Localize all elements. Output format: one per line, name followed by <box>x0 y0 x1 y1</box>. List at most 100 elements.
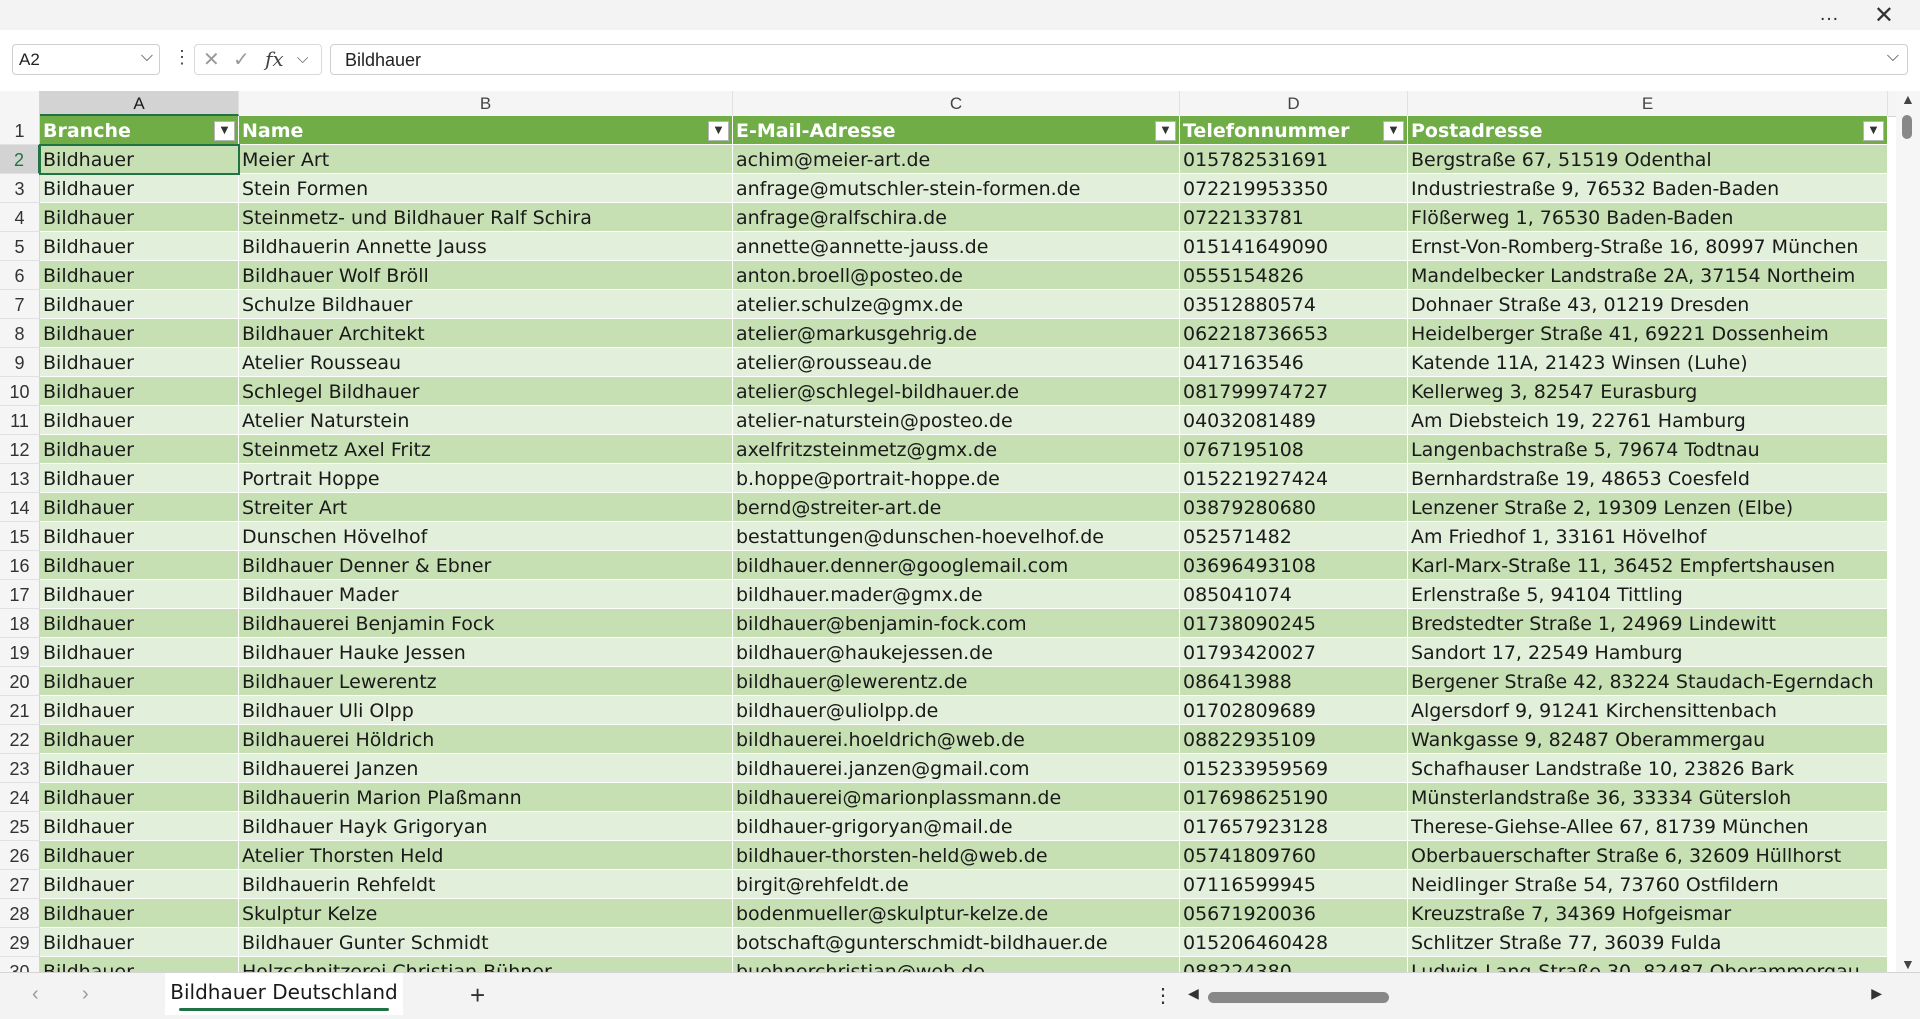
table-cell[interactable]: Langenbachstraße 5, 79674 Todtnau <box>1408 435 1888 464</box>
row-header[interactable]: 15 <box>0 522 40 551</box>
table-cell[interactable]: atelier@rousseau.de <box>733 348 1180 377</box>
table-cell[interactable]: Heidelberger Straße 41, 69221 Dossenheim <box>1408 319 1888 348</box>
table-cell[interactable]: Münsterlandstraße 36, 33334 Gütersloh <box>1408 783 1888 812</box>
table-cell[interactable]: botschaft@gunterschmidt-bildhauer.de <box>733 928 1180 957</box>
table-cell[interactable]: Kreuzstraße 7, 34369 Hofgeismar <box>1408 899 1888 928</box>
table-cell[interactable]: 015782531691 <box>1180 145 1408 174</box>
table-cell[interactable]: Kellerweg 3, 82547 Eurasburg <box>1408 377 1888 406</box>
table-cell[interactable]: 015206460428 <box>1180 928 1408 957</box>
table-cell[interactable]: 08822935109 <box>1180 725 1408 754</box>
table-cell[interactable]: Am Friedhof 1, 33161 Hövelhof <box>1408 522 1888 551</box>
row-header[interactable]: 24 <box>0 783 40 812</box>
filter-dropdown-icon[interactable]: ▼ <box>1155 121 1176 141</box>
horizontal-scroll-thumb[interactable] <box>1208 992 1389 1003</box>
table-cell[interactable]: bildhauer@benjamin-fock.com <box>733 609 1180 638</box>
table-cell[interactable]: bildhauerei@marionplassmann.de <box>733 783 1180 812</box>
table-cell[interactable]: Neidlinger Straße 54, 73760 Ostfildern <box>1408 870 1888 899</box>
table-cell[interactable]: Bildhauer <box>40 580 239 609</box>
table-cell[interactable]: Bildhauer <box>40 551 239 580</box>
table-cell[interactable]: bodenmueller@skulptur-kelze.de <box>733 899 1180 928</box>
table-cell[interactable]: 03512880574 <box>1180 290 1408 319</box>
table-cell[interactable]: Bildhauer <box>40 261 239 290</box>
table-cell[interactable]: axelfritzsteinmetz@gmx.de <box>733 435 1180 464</box>
table-cell[interactable]: Bildhauer <box>40 464 239 493</box>
table-cell[interactable]: Bildhauer <box>40 696 239 725</box>
table-cell[interactable]: Bildhauer <box>40 377 239 406</box>
row-header[interactable]: 9 <box>0 348 40 377</box>
table-cell[interactable]: buehnerchristian@web.de <box>733 957 1180 972</box>
chevron-down-icon[interactable]: ⌵ <box>297 50 308 67</box>
table-cell[interactable]: birgit@rehfeldt.de <box>733 870 1180 899</box>
table-cell[interactable]: Bildhauer <box>40 174 239 203</box>
table-cell[interactable]: 0417163546 <box>1180 348 1408 377</box>
table-cell[interactable]: b.hoppe@portrait-hoppe.de <box>733 464 1180 493</box>
scroll-up-icon[interactable]: ▲ <box>1901 91 1915 107</box>
scroll-left-icon[interactable]: ◀ <box>1188 985 1199 1002</box>
table-cell[interactable]: Skulptur Kelze <box>239 899 733 928</box>
table-cell[interactable]: bildhauer-grigoryan@mail.de <box>733 812 1180 841</box>
row-header[interactable]: 11 <box>0 406 40 435</box>
table-cell[interactable]: bernd@streiter-art.de <box>733 493 1180 522</box>
table-cell[interactable]: Atelier Naturstein <box>239 406 733 435</box>
table-cell[interactable]: Bildhauer <box>40 870 239 899</box>
row-header[interactable]: 19 <box>0 638 40 667</box>
table-cell[interactable]: 017698625190 <box>1180 783 1408 812</box>
table-cell[interactable]: Bergstraße 67, 51519 Odenthal <box>1408 145 1888 174</box>
table-cell[interactable]: Erlenstraße 5, 94104 Tittling <box>1408 580 1888 609</box>
row-header[interactable]: 2 <box>0 145 40 174</box>
vertical-scrollbar[interactable]: ▲ ▼ <box>1896 91 1920 972</box>
table-cell[interactable]: bestattungen@dunschen-hoevelhof.de <box>733 522 1180 551</box>
table-cell[interactable]: Bernhardstraße 19, 48653 Coesfeld <box>1408 464 1888 493</box>
table-cell[interactable]: Bildhauer Mader <box>239 580 733 609</box>
table-cell[interactable]: Bildhauer Architekt <box>239 319 733 348</box>
vertical-dots-icon[interactable]: ⋮ <box>1153 983 1173 1008</box>
table-cell[interactable]: Bildhauerei Benjamin Fock <box>239 609 733 638</box>
scroll-right-icon[interactable]: ▶ <box>1871 985 1882 1002</box>
table-cell[interactable]: Bildhauer <box>40 638 239 667</box>
table-cell[interactable]: Bildhauer <box>40 232 239 261</box>
row-header[interactable]: 8 <box>0 319 40 348</box>
table-cell[interactable]: Lenzener Straße 2, 19309 Lenzen (Elbe) <box>1408 493 1888 522</box>
header-cell[interactable]: Postadresse ▼ <box>1408 116 1888 145</box>
table-cell[interactable]: Schlitzer Straße 77, 36039 Fulda <box>1408 928 1888 957</box>
row-header[interactable]: 21 <box>0 696 40 725</box>
table-cell[interactable]: annette@annette-jauss.de <box>733 232 1180 261</box>
table-cell[interactable]: 072219953350 <box>1180 174 1408 203</box>
table-cell[interactable]: Bildhauer <box>40 783 239 812</box>
table-cell[interactable]: Bildhauer <box>40 290 239 319</box>
table-cell[interactable]: Bredstedter Straße 1, 24969 Lindewitt <box>1408 609 1888 638</box>
table-cell[interactable]: 0555154826 <box>1180 261 1408 290</box>
table-cell[interactable]: Holzschnitzerei Christian Bühner <box>239 957 733 972</box>
row-header[interactable]: 16 <box>0 551 40 580</box>
row-header[interactable]: 18 <box>0 609 40 638</box>
table-cell[interactable]: Portrait Hoppe <box>239 464 733 493</box>
table-cell[interactable]: 052571482 <box>1180 522 1408 551</box>
expand-formula-icon[interactable]: ⌵ <box>1887 48 1899 66</box>
table-cell[interactable]: 088224380 <box>1180 957 1408 972</box>
table-cell[interactable]: bildhauerei.hoeldrich@web.de <box>733 725 1180 754</box>
table-cell[interactable]: atelier-naturstein@posteo.de <box>733 406 1180 435</box>
table-cell[interactable]: Bildhauerin Annette Jauss <box>239 232 733 261</box>
table-cell[interactable]: 081799974727 <box>1180 377 1408 406</box>
row-header[interactable]: 27 <box>0 870 40 899</box>
table-cell[interactable]: achim@meier-art.de <box>733 145 1180 174</box>
table-cell[interactable]: Am Diebsteich 19, 22761 Hamburg <box>1408 406 1888 435</box>
table-cell[interactable]: Bildhauerei Höldrich <box>239 725 733 754</box>
row-header[interactable]: 28 <box>0 899 40 928</box>
table-cell[interactable]: Schulze Bildhauer <box>239 290 733 319</box>
column-header-b[interactable]: B <box>239 91 733 116</box>
filter-dropdown-icon[interactable]: ▼ <box>1863 121 1884 141</box>
table-cell[interactable]: Wankgasse 9, 82487 Oberammergau <box>1408 725 1888 754</box>
chevron-down-icon[interactable]: ⌵ <box>141 48 153 66</box>
table-cell[interactable]: Bildhauer <box>40 957 239 972</box>
table-cell[interactable]: Stein Formen <box>239 174 733 203</box>
row-header[interactable]: 17 <box>0 580 40 609</box>
scroll-down-icon[interactable]: ▼ <box>1901 956 1915 972</box>
table-cell[interactable]: bildhauerei.janzen@gmail.com <box>733 754 1180 783</box>
table-cell[interactable]: Ludwig-Lang-Straße 30, 82487 Oberammerga… <box>1408 957 1888 972</box>
row-header[interactable]: 22 <box>0 725 40 754</box>
table-cell[interactable]: Bildhauer <box>40 435 239 464</box>
table-cell[interactable]: bildhauer@uliolpp.de <box>733 696 1180 725</box>
table-cell[interactable]: 015141649090 <box>1180 232 1408 261</box>
table-cell[interactable]: 05741809760 <box>1180 841 1408 870</box>
